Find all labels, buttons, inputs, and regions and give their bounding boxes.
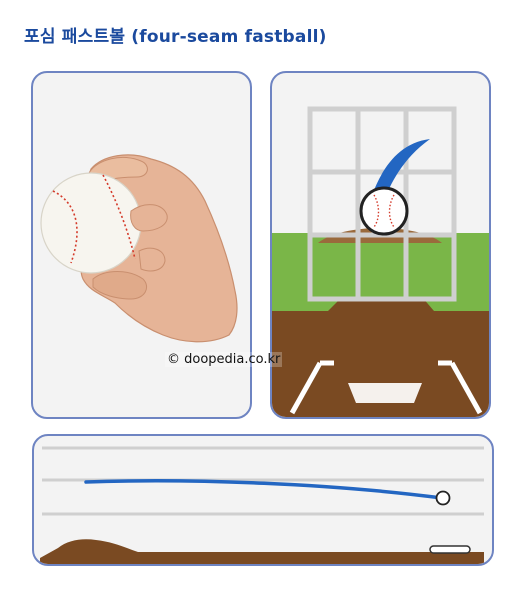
- trajectory-line: [84, 479, 444, 500]
- page-title: 포심 패스트볼 (four-seam fastball): [24, 27, 327, 47]
- ground-dirt: [40, 539, 484, 564]
- home-plate: [348, 383, 422, 403]
- side-view-panel: [32, 434, 494, 566]
- baseball-icon: [435, 490, 451, 506]
- side-view-illustration: [40, 446, 484, 564]
- home-plate-marker: [429, 545, 471, 554]
- baseball-icon: [40, 172, 142, 274]
- baseball-icon: [359, 186, 409, 236]
- strike-zone-panel: [270, 71, 491, 419]
- copyright-text: © doopedia.co.kr: [165, 352, 283, 367]
- strike-zone-illustration: [272, 106, 489, 417]
